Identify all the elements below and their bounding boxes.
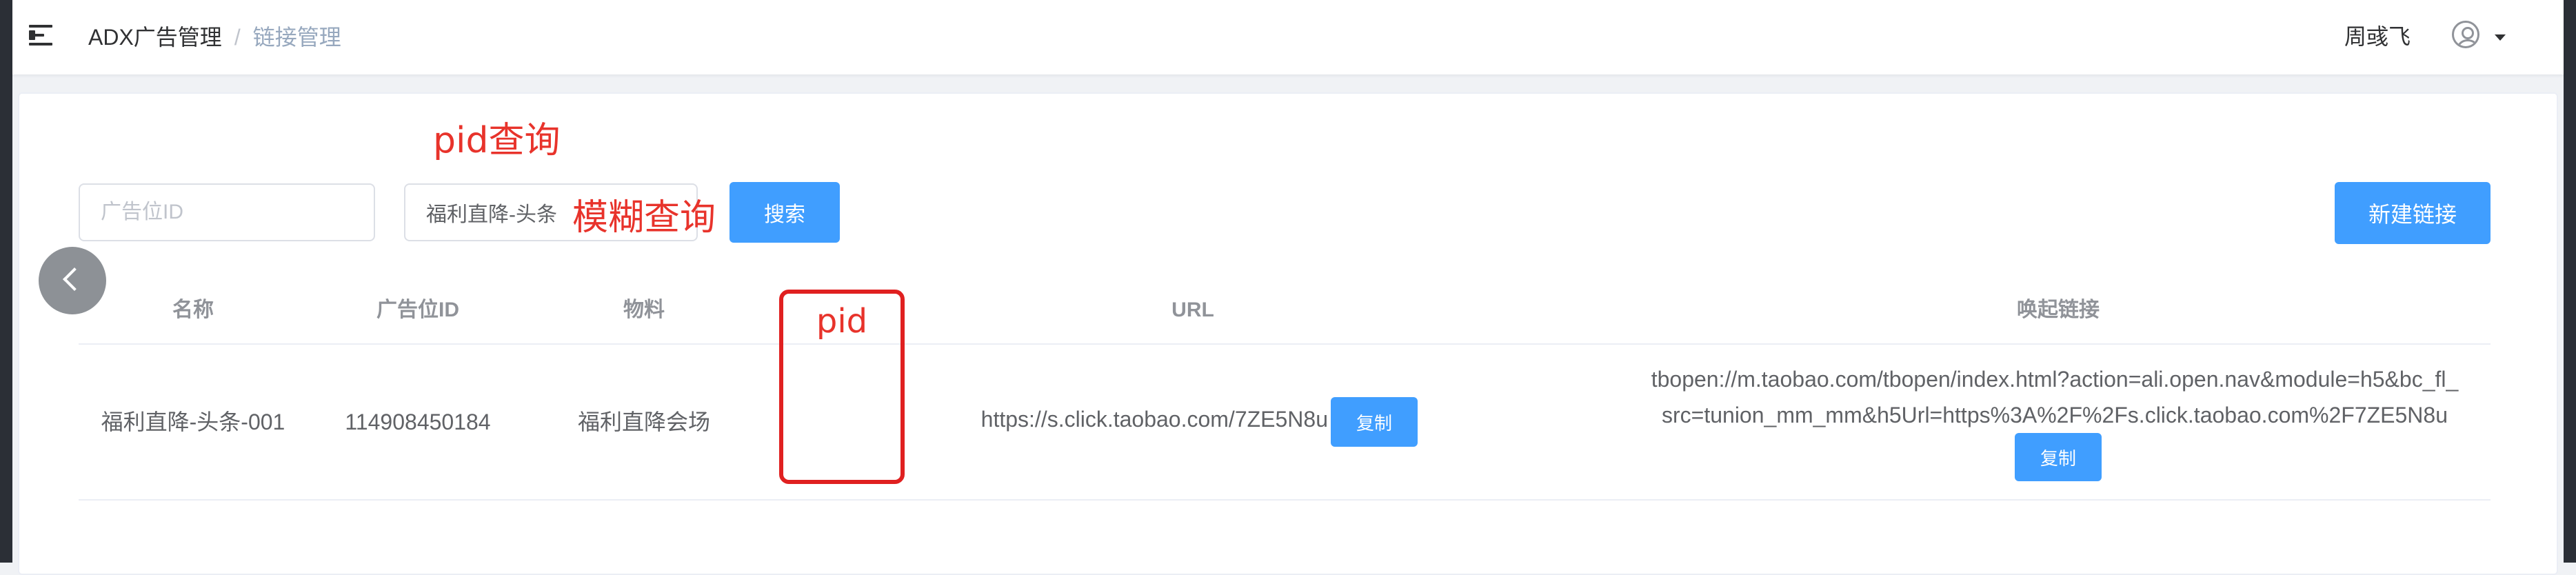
- cell-url: https://s.click.taobao.com/7ZE5N8u: [980, 407, 1328, 432]
- cell-adid: 114908450184: [345, 410, 491, 434]
- caret-down-icon[interactable]: [2495, 34, 2506, 41]
- table-row-divider: [79, 499, 2491, 501]
- back-button[interactable]: [39, 247, 106, 314]
- content-card: [18, 92, 2558, 575]
- annotation-fuzzy-query: 模糊查询: [572, 197, 716, 239]
- column-header-material: 物料: [623, 299, 665, 321]
- cell-deeplink: tbopen://m.taobao.com/tbopen/index.html?…: [1593, 361, 2517, 433]
- table-header-divider: [79, 343, 2491, 345]
- breadcrumb: ADX广告管理 / 链接管理: [88, 23, 341, 51]
- column-header-deeplink: 唤起链接: [2017, 299, 2100, 321]
- adid-search-input[interactable]: [79, 183, 375, 241]
- column-header-name: 名称: [172, 299, 214, 321]
- chevron-left-icon: [63, 268, 86, 291]
- copy-url-button[interactable]: 复制: [1331, 397, 1418, 447]
- annotation-pid-query: pid查询: [433, 120, 561, 161]
- user-name: 周彧飞: [2344, 24, 2411, 49]
- column-header-url: URL: [1171, 299, 1214, 321]
- deeplink-line-1: tbopen://m.taobao.com/tbopen/index.html?…: [1651, 367, 2459, 392]
- copy-deeplink-button[interactable]: 复制: [2015, 433, 2102, 481]
- hamburger-icon[interactable]: [29, 25, 52, 46]
- column-header-adid: 广告位ID: [376, 299, 459, 321]
- cell-name: 福利直降-头条-001: [101, 410, 285, 434]
- new-link-button[interactable]: 新建链接: [2335, 182, 2491, 244]
- window-frame-left: [0, 0, 12, 563]
- annotation-pid-column: pid: [816, 302, 868, 341]
- breadcrumb-separator: /: [234, 25, 241, 50]
- top-navbar: ADX广告管理 / 链接管理 周彧飞: [12, 0, 2564, 74]
- breadcrumb-root[interactable]: ADX广告管理: [88, 25, 222, 50]
- breadcrumb-current: 链接管理: [252, 25, 341, 50]
- deeplink-line-2: src=tunion_mm_mm&h5Url=https%3A%2F%2Fs.c…: [1661, 403, 2448, 427]
- search-button[interactable]: 搜索: [729, 182, 840, 243]
- user-circle-icon[interactable]: [2452, 21, 2479, 48]
- window-frame-right: [2564, 0, 2576, 563]
- cell-material: 福利直降会场: [577, 410, 710, 434]
